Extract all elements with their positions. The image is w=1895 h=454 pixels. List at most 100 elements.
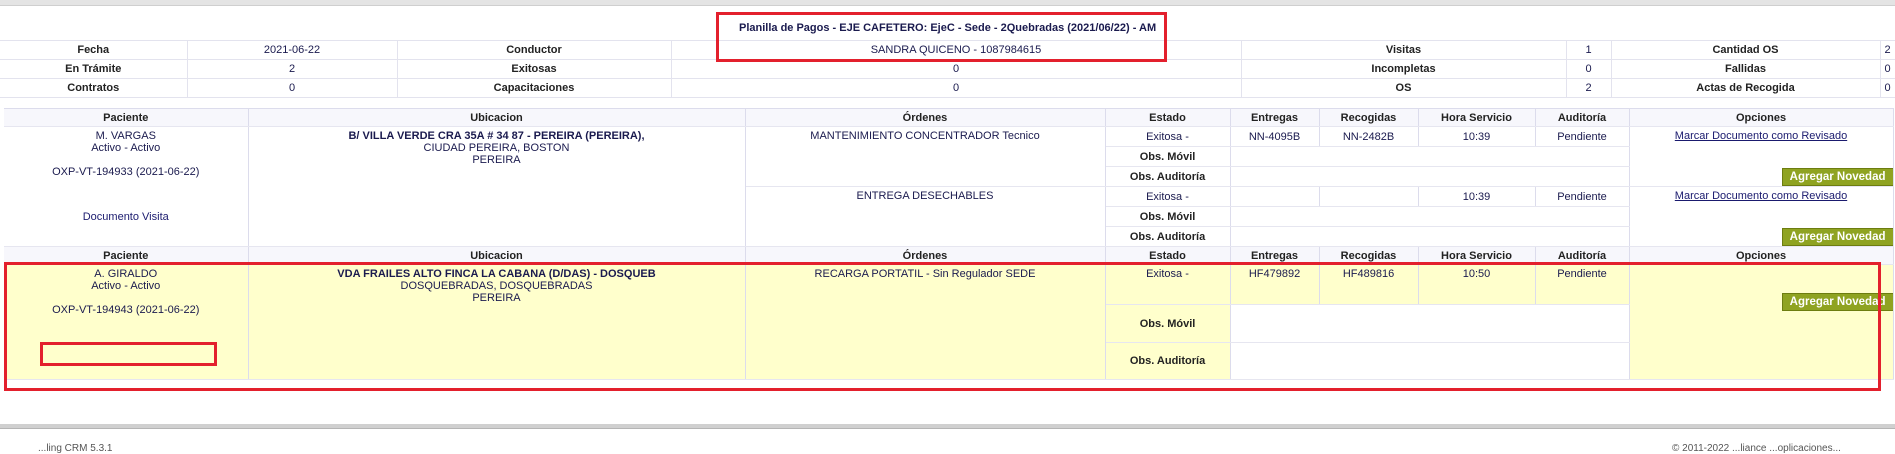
summary-label-capacitaciones: Capacitaciones xyxy=(397,78,672,98)
location-cell: B/ VILLA VERDE CRA 35A # 34 87 - PEREIRA… xyxy=(248,126,746,247)
estado-cell: Exitosa - xyxy=(1105,264,1231,305)
estado-cell: Exitosa - xyxy=(1105,126,1231,147)
obs-movil-value xyxy=(1230,304,1630,343)
col-header-ordenes: Órdenes xyxy=(745,108,1106,127)
address-line2: CIUDAD PEREIRA, BOSTON xyxy=(423,142,570,154)
estado-cell: Exitosa - xyxy=(1105,186,1231,207)
obs-movil-label: Obs. Móvil xyxy=(1105,304,1231,343)
summary-value-en-tramite: 2 xyxy=(187,59,398,79)
obs-auditoria-label: Obs. Auditoría xyxy=(1105,226,1231,247)
summary-value-exitosas: 0 xyxy=(671,59,1242,79)
col-header-recogidas: Recogidas xyxy=(1319,246,1419,265)
add-novedad-button[interactable]: Agregar Novedad xyxy=(1781,168,1892,186)
summary-label-contratos: Contratos xyxy=(0,78,188,98)
summary-label-actas: Actas de Recogida xyxy=(1611,78,1881,98)
summary-value-cantidad-os: 2 xyxy=(1880,40,1895,60)
auditoria-cell: Pendiente xyxy=(1535,186,1630,207)
mark-reviewed-link[interactable]: Marcar Documento como Revisado xyxy=(1675,130,1847,142)
address-line2: DOSQUEBRADAS, DOSQUEBRADAS xyxy=(400,280,593,292)
summary-value-conductor: SANDRA QUICENO - 1087984615 xyxy=(671,40,1242,60)
order-cell: ENTREGA DESECHABLES xyxy=(745,186,1106,247)
auditoria-cell: Pendiente xyxy=(1535,264,1630,305)
col-header-ordenes: Órdenes xyxy=(745,246,1106,265)
obs-movil-value xyxy=(1230,206,1630,227)
hora-cell: 10:50 xyxy=(1418,264,1536,305)
recogidas-cell: NN-2482B xyxy=(1319,126,1419,147)
footer-divider xyxy=(0,424,1895,429)
patient-cell: M. VARGAS Activo - Activo OXP-VT-194933 … xyxy=(4,126,249,247)
obs-movil-value xyxy=(1230,146,1630,167)
table-header: Paciente Ubicacion Órdenes Estado Entreg… xyxy=(4,108,1894,127)
col-header-entregas: Entregas xyxy=(1230,246,1320,265)
summary-label-exitosas: Exitosas xyxy=(397,59,672,79)
planilla-title: Planilla de Pagos - EJE CAFETERO: EjeC -… xyxy=(739,22,1157,34)
hora-cell: 10:39 xyxy=(1418,186,1536,207)
options-cell: Marcar Documento como Revisado Agregar N… xyxy=(1629,186,1894,247)
summary-label-visitas: Visitas xyxy=(1241,40,1567,60)
summary-label-conductor: Conductor xyxy=(397,40,672,60)
summary-value-fallidas: 0 xyxy=(1880,59,1895,79)
summary-label-incompletas: Incompletas xyxy=(1241,59,1567,79)
top-border xyxy=(0,0,1895,6)
summary-label-fallidas: Fallidas xyxy=(1611,59,1881,79)
summary-label-fecha: Fecha xyxy=(0,40,188,60)
col-header-ubicacion: Ubicacion xyxy=(248,108,746,127)
address-line1: VDA FRAILES ALTO FINCA LA CABANA (D/DAS)… xyxy=(337,268,656,280)
add-novedad-button[interactable]: Agregar Novedad xyxy=(1781,228,1892,246)
summary-label-cantidad-os: Cantidad OS xyxy=(1611,40,1881,60)
obs-auditoria-value xyxy=(1230,166,1630,187)
summary-grid: Planilla de Pagos - EJE CAFETERO: EjeC -… xyxy=(0,18,1895,38)
entregas-cell xyxy=(1230,186,1320,207)
obs-auditoria-label: Obs. Auditoría xyxy=(1105,166,1231,187)
visits-table: Paciente Ubicacion Órdenes Estado Entreg… xyxy=(4,108,1894,380)
obs-auditoria-label: Obs. Auditoría xyxy=(1105,342,1231,380)
auditoria-cell: Pendiente xyxy=(1535,126,1630,147)
summary-value-contratos: 0 xyxy=(187,78,398,98)
address-line3: PEREIRA xyxy=(472,154,521,166)
col-header-hora: Hora Servicio xyxy=(1418,246,1536,265)
summary-label-en-tramite: En Trámite xyxy=(0,59,188,79)
col-header-paciente: Paciente xyxy=(4,246,249,265)
doc-code: OXP-VT-194943 (2021-06-22) xyxy=(52,304,200,316)
address-line1: B/ VILLA VERDE CRA 35A # 34 87 - PEREIRA… xyxy=(348,130,645,142)
obs-auditoria-value xyxy=(1230,226,1630,247)
patient-status: Activo - Activo xyxy=(91,280,161,292)
col-header-paciente: Paciente xyxy=(4,108,249,127)
col-header-recogidas: Recogidas xyxy=(1319,108,1419,127)
summary-label-os: OS xyxy=(1241,78,1567,98)
table-header: Paciente Ubicacion Órdenes Estado Entreg… xyxy=(4,246,1894,265)
location-cell: VDA FRAILES ALTO FINCA LA CABANA (D/DAS)… xyxy=(248,264,746,380)
patient-name: A. GIRALDO xyxy=(94,268,158,280)
patient-status: Activo - Activo xyxy=(91,142,161,154)
col-header-estado: Estado xyxy=(1105,246,1231,265)
col-header-auditoria: Auditoría xyxy=(1535,108,1630,127)
col-header-entregas: Entregas xyxy=(1230,108,1320,127)
options-cell: Agregar Novedad xyxy=(1629,264,1894,380)
patient-cell: A. GIRALDO Activo - Activo OXP-VT-194943… xyxy=(4,264,249,380)
summary-value-os: 2 xyxy=(1566,78,1612,98)
summary-value-fecha: 2021-06-22 xyxy=(187,40,398,60)
col-header-estado: Estado xyxy=(1105,108,1231,127)
obs-movil-label: Obs. Móvil xyxy=(1105,146,1231,167)
obs-movil-label: Obs. Móvil xyxy=(1105,206,1231,227)
hora-cell: 10:39 xyxy=(1418,126,1536,147)
add-novedad-button[interactable]: Agregar Novedad xyxy=(1781,293,1892,311)
table-row: A. GIRALDO Activo - Activo OXP-VT-194943… xyxy=(4,264,1894,380)
col-header-opciones: Opciones xyxy=(1629,246,1894,265)
recogidas-cell xyxy=(1319,186,1419,207)
summary-value-actas: 0 xyxy=(1880,78,1895,98)
entregas-cell: HF479892 xyxy=(1230,264,1320,305)
mark-reviewed-link[interactable]: Marcar Documento como Revisado xyxy=(1675,190,1847,202)
entregas-cell: NN-4095B xyxy=(1230,126,1320,147)
summary-rows: Fecha 2021-06-22 Conductor SANDRA QUICEN… xyxy=(0,40,1895,98)
documento-visita-link[interactable]: Documento Visita xyxy=(4,211,247,223)
order-cell: MANTENIMIENTO CONCENTRADOR Tecnico xyxy=(745,126,1106,187)
summary-value-visitas: 1 xyxy=(1566,40,1612,60)
col-header-opciones: Opciones xyxy=(1629,108,1894,127)
summary-value-capacitaciones: 0 xyxy=(671,78,1242,98)
table-row: M. VARGAS Activo - Activo OXP-VT-194933 … xyxy=(4,126,1894,247)
doc-code: OXP-VT-194933 (2021-06-22) xyxy=(52,166,200,178)
summary-value-incompletas: 0 xyxy=(1566,59,1612,79)
col-header-ubicacion: Ubicacion xyxy=(248,246,746,265)
patient-name: M. VARGAS xyxy=(95,130,156,142)
